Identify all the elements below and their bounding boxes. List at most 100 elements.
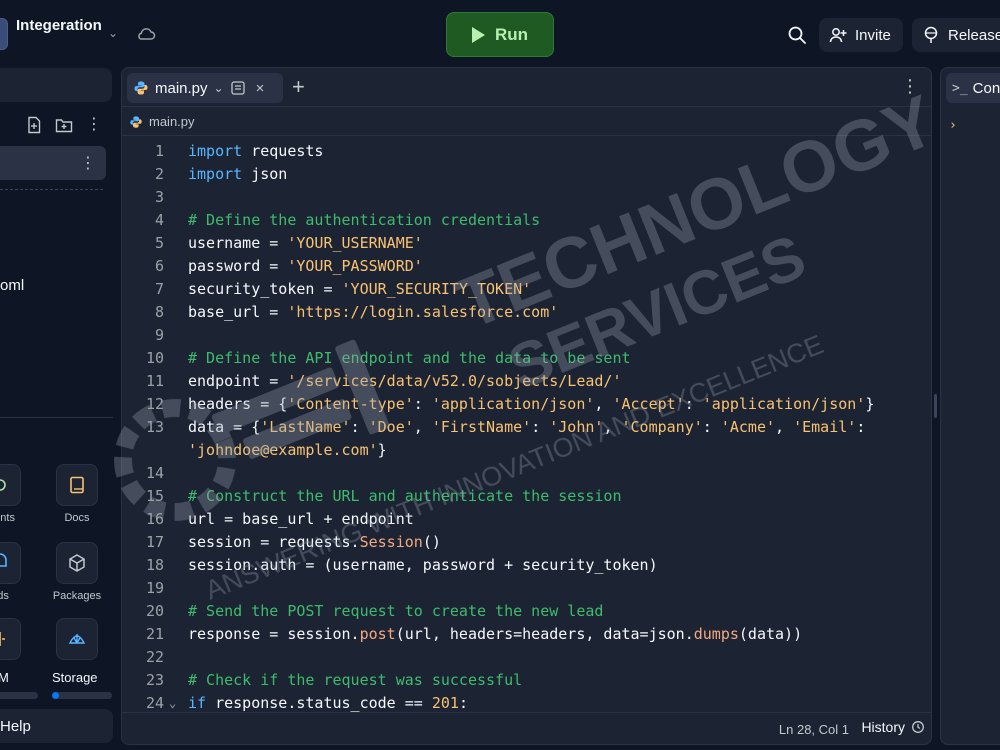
code-text: security_token = 'YOUR_SECURITY_TOKEN' (188, 280, 532, 298)
code-line[interactable]: 'johndoe@example.com'} (122, 439, 931, 462)
code-text: headers = {'Content-type': 'application/… (188, 395, 875, 413)
python-icon (134, 81, 148, 95)
code-line[interactable]: 4 # Define the authentication credentials (122, 209, 931, 232)
files-header: ⋮ (0, 108, 113, 144)
new-folder-icon[interactable] (55, 116, 73, 134)
tool-threads[interactable]: ads (0, 542, 35, 602)
chevron-down-icon[interactable]: ⌄ (214, 81, 224, 95)
console-prompt: › (949, 118, 957, 133)
code-line[interactable]: 21 response = session.post(url, headers=h… (122, 623, 931, 646)
code-line[interactable]: 14 (122, 462, 931, 485)
code-line[interactable]: 1 import requests (122, 140, 931, 163)
code-line[interactable]: 15 # Construct the URL and authenticate t… (122, 485, 931, 508)
more-vertical-icon[interactable]: ⋮ (901, 76, 919, 97)
more-vertical-icon[interactable]: ⋮ (80, 153, 96, 173)
code-text: base_url = 'https://login.salesforce.com… (188, 303, 559, 321)
invite-button[interactable]: Invite (819, 18, 903, 52)
history-button[interactable]: History (861, 719, 925, 735)
code-text: import requests (188, 142, 324, 160)
cloud-icon[interactable] (136, 26, 156, 42)
code-line[interactable]: 11 endpoint = '/services/data/v52.0/sobje… (122, 370, 931, 393)
tool-packages[interactable]: Packages (42, 542, 112, 602)
new-file-icon[interactable] (25, 116, 43, 134)
add-tab-icon[interactable]: + (292, 75, 305, 99)
package-icon (56, 542, 98, 584)
code-line[interactable]: 18 session.auth = (username, password + s… (122, 554, 931, 577)
line-number: 10 (145, 349, 164, 367)
code-line[interactable]: 5 username = 'YOUR_USERNAME' (122, 232, 931, 255)
search-icon[interactable] (786, 24, 808, 46)
meter-label: Storage (52, 670, 98, 685)
line-number: 6 (154, 257, 164, 275)
release-button[interactable]: Release (912, 18, 1000, 52)
line-number: 18 (145, 556, 164, 574)
line-number: 7 (154, 280, 164, 298)
tool-docs[interactable]: Docs (42, 464, 112, 524)
line-number: 1 (154, 142, 164, 160)
resize-handle[interactable] (934, 394, 937, 418)
line-number: 17 (145, 533, 164, 551)
help-button[interactable]: Help (0, 709, 113, 743)
code-line[interactable]: 6 password = 'YOUR_PASSWORD' (122, 255, 931, 278)
code-text: # Construct the URL and authenticate the… (188, 487, 622, 505)
terminal-icon: >_ (952, 80, 968, 96)
chevron-down-icon[interactable]: ⌄ (108, 26, 118, 40)
storage-shell-icon (56, 618, 98, 660)
code-text: session.auth = (username, password + sec… (188, 556, 658, 574)
code-line[interactable]: 17 session = requests.Session() (122, 531, 931, 554)
repl-avatar[interactable] (0, 18, 8, 50)
project-name[interactable]: Integeration (16, 17, 102, 34)
tool-storage[interactable] (42, 618, 112, 660)
code-line[interactable]: 13 data = {'LastName': 'Doe', 'FirstName'… (122, 416, 931, 439)
code-text: # Define the authentication credentials (188, 211, 541, 229)
code-line[interactable]: 19 (122, 577, 931, 600)
tools-panel: ments Docs ads Packages (0, 417, 113, 750)
close-icon[interactable]: × (256, 80, 265, 97)
tab-main-py[interactable]: main.py ⌄ × (127, 73, 283, 103)
code-line[interactable]: 16 url = base_url + endpoint (122, 508, 931, 531)
code-editor[interactable]: 1 import requests 2 import json 3 4 # Define t… (122, 140, 931, 714)
run-button[interactable]: Run (446, 12, 554, 57)
sidebar-search[interactable] (0, 68, 112, 102)
code-line[interactable]: 22 (122, 646, 931, 669)
secrets-icon (0, 464, 21, 506)
code-line[interactable]: 7 security_token = 'YOUR_SECURITY_TOKEN' (122, 278, 931, 301)
divider (0, 189, 103, 190)
cursor-position[interactable]: Ln 28, Col 1 (779, 722, 849, 737)
code-line[interactable]: 10 # Define the API endpoint and the data… (122, 347, 931, 370)
tab-label: main.py (155, 79, 208, 97)
line-number: 2 (154, 165, 164, 183)
code-line[interactable]: 20 # Send the POST request to create the … (122, 600, 931, 623)
code-line[interactable]: 9 (122, 324, 931, 347)
more-vertical-icon[interactable]: ⋮ (85, 116, 103, 134)
code-line[interactable]: 23 # Check if the request was successful (122, 669, 931, 692)
line-number: 16 (145, 510, 164, 528)
status-bar: Ln 28, Col 1 History (122, 712, 931, 744)
breadcrumb-item[interactable]: main.py (149, 114, 195, 129)
help-label: Help (0, 718, 31, 735)
tool-split[interactable] (0, 618, 35, 660)
code-line[interactable]: 2 import json (122, 163, 931, 186)
code-line[interactable]: 3 (122, 186, 931, 209)
release-label: Release (948, 26, 1000, 44)
line-number: 8 (154, 303, 164, 321)
line-number: 14 (145, 464, 164, 482)
threads-icon (0, 542, 21, 584)
tool-secrets[interactable]: ments (0, 464, 35, 524)
code-text: session = requests.Session() (188, 533, 441, 551)
code-line[interactable]: 8 base_url = 'https://login.salesforce.co… (122, 301, 931, 324)
line-number: 3 (154, 188, 164, 206)
code-line[interactable]: 12 headers = {'Content-type': 'applicatio… (122, 393, 931, 416)
breadcrumb: main.py (122, 108, 931, 136)
tab-console[interactable]: >_ Cons (946, 73, 1000, 103)
file-item[interactable]: oml (0, 277, 24, 294)
play-icon (471, 26, 485, 43)
preview-icon[interactable] (230, 80, 246, 96)
top-bar: Integeration ⌄ Run Invite Release (0, 0, 1000, 68)
tool-label: ments (0, 512, 15, 524)
line-number: 9 (154, 326, 164, 344)
code-text: data = {'LastName': 'Doe', 'FirstName': … (188, 418, 866, 436)
selected-file-row[interactable]: ⋮ (0, 146, 106, 180)
code-text: import json (188, 165, 288, 183)
line-number: 19 (145, 579, 164, 597)
